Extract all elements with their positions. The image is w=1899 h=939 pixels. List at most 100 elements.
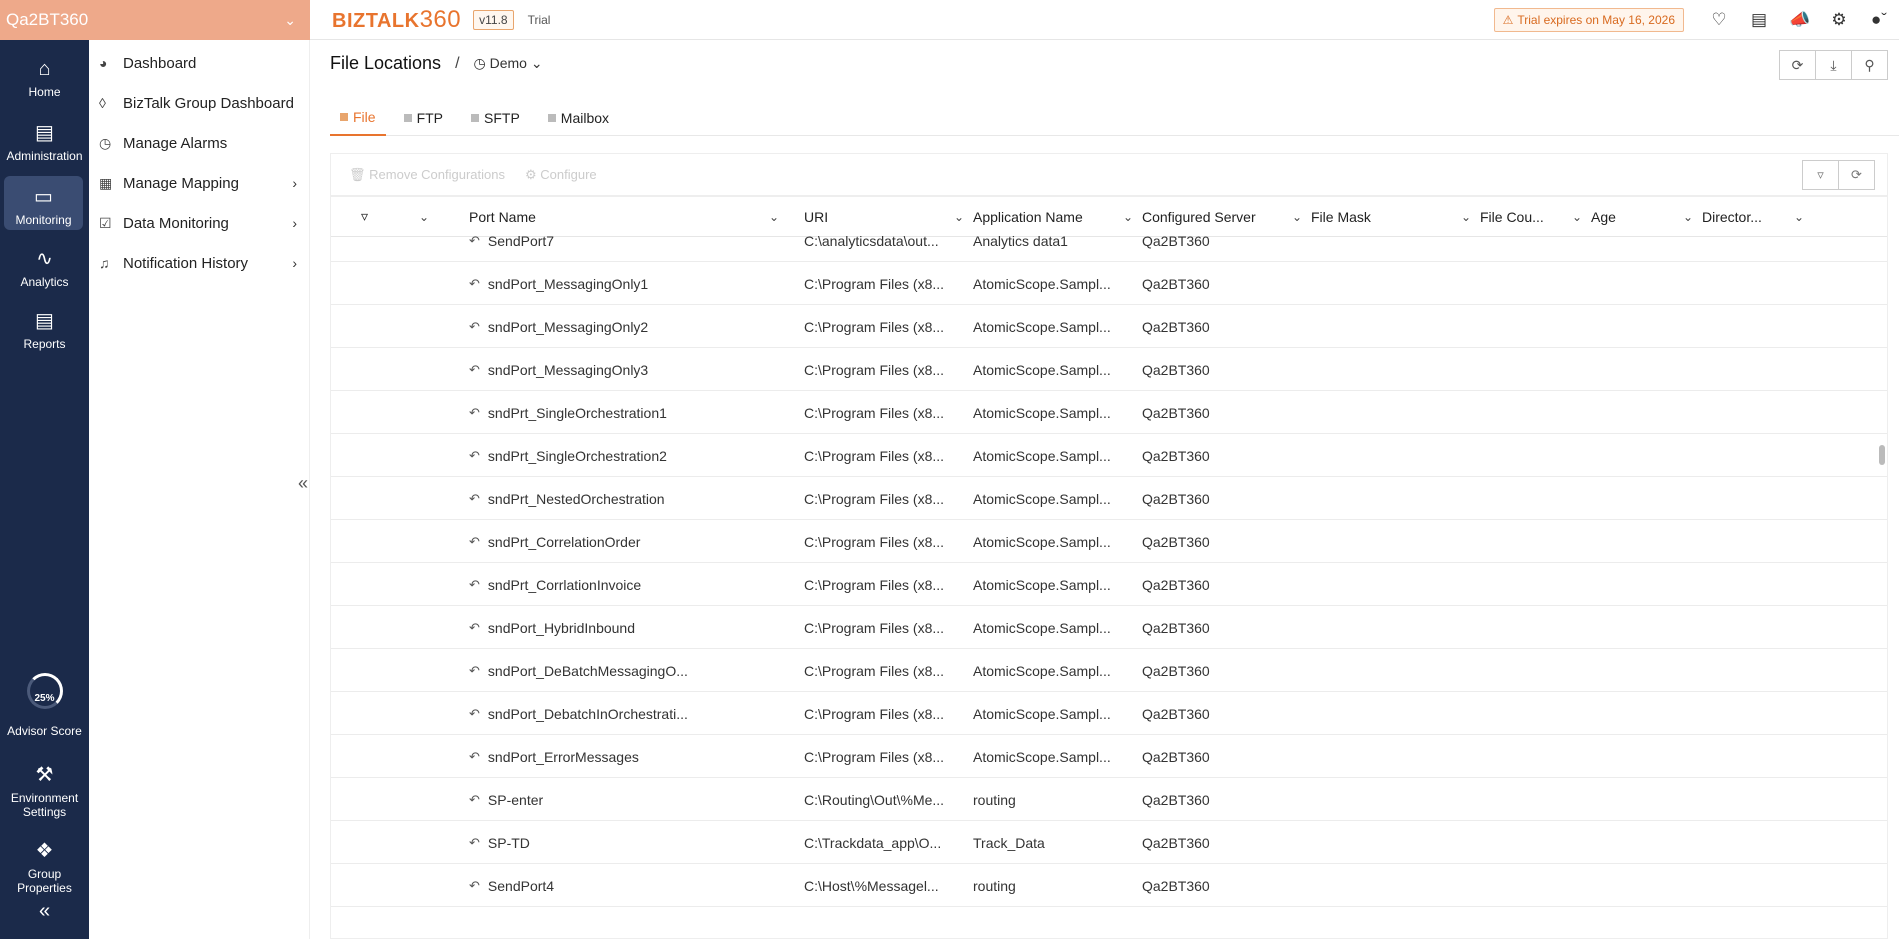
submenu-manage-alarms[interactable]: ◷ Manage Alarms (89, 123, 309, 163)
application-name-cell: Track_Data (973, 834, 1045, 851)
chevron-right-icon: › (292, 255, 297, 271)
mapping-icon: ▦ (99, 174, 113, 191)
table-row[interactable]: ↶ sndPort_DebatchInOrchestrati... C:\Progr… (331, 692, 1887, 735)
refresh-icon[interactable]: ⟳ (1779, 50, 1816, 80)
refresh-icon[interactable]: ⟳ (1838, 160, 1875, 190)
tab-ftp[interactable]: FTP (394, 100, 453, 136)
configured-server-cell: Qa2BT360 (1142, 275, 1210, 292)
application-name-cell: AtomicScope.Sampl... (973, 404, 1111, 421)
table-row[interactable]: ↶ sndPrt_NestedOrchestration C:\Program Fi… (331, 477, 1887, 520)
application-name-cell: AtomicScope.Sampl... (973, 533, 1111, 550)
group-icon: ❖ (35, 840, 54, 862)
uri-cell: C:\Program Files (x8... (804, 447, 945, 464)
port-name-cell: ↶ sndPort_MessagingOnly2 (469, 318, 649, 335)
configure-button[interactable]: ⚙ Configure (525, 167, 597, 183)
dashboard-icon: ◕ (99, 55, 108, 71)
table-row[interactable]: ↶ SendPort7 C:\analyticsdata\out... Analyti… (331, 219, 1887, 262)
nav-administration[interactable]: ▤ Administration (0, 116, 89, 166)
nav-environment-settings[interactable]: ⚒ Environment Settings (0, 762, 89, 819)
table-row[interactable]: ↶ sndPrt_SingleOrchestration1 C:\Program F… (331, 391, 1887, 434)
gear-icon[interactable]: ⚙ (1829, 10, 1849, 30)
table-row[interactable]: ↶ sndPort_HybridInbound C:\Program Files (… (331, 606, 1887, 649)
table-row[interactable]: ↶ sndPort_MessagingOnly3 C:\Program Files … (331, 348, 1887, 391)
tab-mailbox[interactable]: Mailbox (538, 100, 619, 136)
trial-warning-badge[interactable]: ⚠ Trial expires on May 16, 2026 (1493, 8, 1684, 32)
send-port-icon: ↶ (469, 318, 480, 334)
page-title: File Locations (330, 53, 442, 73)
tab-square-icon (340, 113, 348, 121)
send-port-icon: ↶ (469, 748, 480, 764)
chart-icon: ∿ (36, 248, 53, 270)
send-port-icon: ↶ (469, 576, 480, 592)
uri-cell: C:\Program Files (x8... (804, 490, 945, 507)
configured-server-cell: Qa2BT360 (1142, 318, 1210, 335)
uri-cell: C:\Program Files (x8... (804, 318, 945, 335)
application-name-cell: AtomicScope.Sampl... (973, 490, 1111, 507)
port-name-cell: ↶ sndPort_ErrorMessages (469, 748, 639, 765)
uri-cell: C:\Routing\Out\%Me... (804, 791, 945, 808)
configured-server-cell: Qa2BT360 (1142, 404, 1210, 421)
user-avatar-icon[interactable]: ●ˇ (1869, 10, 1889, 30)
notebook-icon[interactable]: ▤ (1749, 10, 1769, 30)
configured-server-cell: Qa2BT360 (1142, 576, 1210, 593)
port-name-cell: ↶ sndPrt_NestedOrchestration (469, 490, 665, 507)
application-name-cell: routing (973, 877, 1016, 894)
context-selector[interactable]: ◷ Demo ⌄ (474, 55, 543, 72)
calendar-check-icon: ☑ (99, 214, 112, 231)
submenu-data-monitoring[interactable]: ☑ Data Monitoring › (89, 203, 309, 243)
uri-cell: C:\Program Files (x8... (804, 361, 945, 378)
submenu-notification-history[interactable]: ♫ Notification History › (89, 243, 309, 283)
heart-pulse-icon[interactable]: ♡ (1709, 10, 1729, 30)
nav-reports[interactable]: ▤ Reports (0, 308, 89, 358)
uri-cell: C:\Trackdata_app\O... (804, 834, 942, 851)
clear-filter-icon[interactable]: ▿ (1802, 160, 1839, 190)
application-name-cell: AtomicScope.Sampl... (973, 662, 1111, 679)
table-row[interactable]: ↶ sndPrt_CorrelationOrder C:\Program Files… (331, 520, 1887, 563)
table-row[interactable]: ↶ sndPrt_SingleOrchestration2 C:\Program F… (331, 434, 1887, 477)
table-row[interactable]: ↶ sndPort_ErrorMessages C:\Program Files (… (331, 735, 1887, 778)
application-name-cell: AtomicScope.Sampl... (973, 705, 1111, 722)
chevron-down-icon: ⌄ (284, 11, 296, 28)
port-name-cell: ↶ sndPort_DeBatchMessagingO... (469, 662, 688, 679)
tab-file[interactable]: File (330, 100, 386, 136)
application-name-cell: AtomicScope.Sampl... (973, 447, 1111, 464)
port-name-cell: ↶ sndPort_DebatchInOrchestrati... (469, 705, 688, 722)
top-bar: BIZTALK360 v11.8 Trial ⚠ Trial expires o… (310, 0, 1899, 40)
pin-icon[interactable]: ⚲ (1851, 50, 1888, 80)
nav-monitoring[interactable]: ▭ Monitoring (4, 176, 83, 230)
nav-home[interactable]: ⌂ Home (0, 50, 89, 100)
table-row[interactable]: ↶ SendPort4 C:\Host\%Messagel... routing Qa2… (331, 864, 1887, 907)
submenu-manage-mapping[interactable]: ▦ Manage Mapping › (89, 163, 309, 203)
grid-scrollbar[interactable] (1879, 445, 1885, 465)
application-name-cell: routing (973, 791, 1016, 808)
nav-group-properties[interactable]: ❖ Group Properties (0, 838, 89, 895)
table-row[interactable]: ↶ sndPort_DeBatchMessagingO... C:\Program … (331, 649, 1887, 692)
tab-sftp[interactable]: SFTP (461, 100, 530, 136)
download-icon[interactable]: ⤓ (1815, 50, 1852, 80)
nav-analytics[interactable]: ∿ Analytics (0, 246, 89, 296)
configured-server-cell: Qa2BT360 (1142, 232, 1210, 249)
submenu-biztalk-group-dashboard[interactable]: ◊ BizTalk Group Dashboard (89, 83, 309, 123)
table-row[interactable]: ↶ sndPrt_CorrlationInvoice C:\Program File… (331, 563, 1887, 606)
uri-cell: C:\analyticsdata\out... (804, 232, 939, 249)
table-row[interactable]: ↶ SP-enter C:\Routing\Out\%Me... routing Qa2… (331, 778, 1887, 821)
send-port-icon: ↶ (469, 877, 480, 893)
configured-server-cell: Qa2BT360 (1142, 447, 1210, 464)
application-name-cell: AtomicScope.Sampl... (973, 275, 1111, 292)
collapse-nav-button[interactable]: « (0, 900, 89, 923)
environment-selector[interactable]: Qa2BT360 ⌄ (0, 0, 310, 40)
table-row[interactable]: ↶ sndPort_MessagingOnly1 C:\Program Files … (331, 262, 1887, 305)
server-icon: ▤ (35, 122, 54, 144)
submenu-dashboard[interactable]: ◕ Dashboard (89, 43, 309, 83)
remove-configurations-button[interactable]: 🗑 Remove Configurations (349, 167, 505, 183)
port-name-cell: ↶ SendPort7 (469, 232, 555, 249)
configured-server-cell: Qa2BT360 (1142, 877, 1210, 894)
tools-icon: ⚒ (35, 764, 54, 786)
port-name-cell: ↶ sndPrt_CorrelationOrder (469, 533, 641, 550)
megaphone-icon[interactable]: 📣 (1789, 10, 1810, 30)
table-row[interactable]: ↶ sndPort_MessagingOnly2 C:\Program Files … (331, 305, 1887, 348)
environment-name: Qa2BT360 (6, 10, 89, 29)
table-row[interactable]: ↶ SP-TD C:\Trackdata_app\O... Track_Data Qa2… (331, 821, 1887, 864)
configured-server-cell: Qa2BT360 (1142, 490, 1210, 507)
collapse-submenu-button[interactable]: « (298, 473, 308, 494)
